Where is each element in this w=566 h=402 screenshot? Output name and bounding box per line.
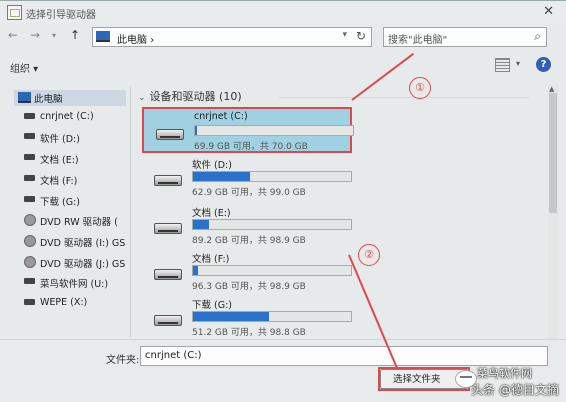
scrollbar-thumb[interactable]	[549, 93, 557, 213]
drive-icon	[24, 113, 35, 119]
back-arrow-icon[interactable]: ←	[8, 28, 18, 42]
disc-icon	[24, 235, 36, 247]
sidebar-item-label: 菜鸟软件网 (U:)	[40, 279, 109, 290]
capacity-fill	[193, 220, 209, 229]
drive-tile-f[interactable]: 文档 (F:) 96.3 GB 可用，共 98.9 GB	[142, 249, 352, 295]
drive-capacity-text: 51.2 GB 可用，共 98.8 GB	[192, 328, 306, 338]
hard-drive-icon	[154, 315, 182, 326]
refresh-icon[interactable]: ↻	[356, 29, 366, 43]
annotation-marker-1: ①	[409, 77, 431, 99]
address-bar[interactable]: 此电脑 › ▾ ↻	[92, 27, 372, 47]
watermark-bottom-text: 头条 @德目文摘	[471, 383, 559, 397]
pc-icon	[96, 31, 110, 42]
disc-icon	[24, 256, 36, 268]
toolbar: 组织 ▾ ▾ ?	[0, 55, 566, 77]
drive-icon	[24, 299, 35, 305]
capacity-fill	[193, 266, 198, 275]
drive-icon	[24, 154, 35, 160]
recent-dropdown-icon[interactable]: ▾	[52, 31, 56, 40]
capacity-fill	[195, 126, 197, 135]
address-dropdown-icon[interactable]: ▾	[342, 30, 347, 40]
capacity-bar	[192, 311, 352, 322]
file-dialog-window: 选择引导驱动器 ✕ ← → ▾ ↑ 此电脑 › ▾ ↻ 搜索"此电脑" ⌕ 组织…	[0, 0, 566, 402]
drive-name: cnrjnet (C:)	[194, 111, 248, 122]
group-divider	[279, 97, 529, 98]
sidebar-item-label: 此电脑	[34, 94, 63, 105]
drive-capacity-text: 62.9 GB 可用，共 99.0 GB	[192, 188, 306, 198]
navigation-bar: ← → ▾ ↑ 此电脑 › ▾ ↻ 搜索"此电脑" ⌕	[0, 25, 566, 49]
drive-icon	[24, 196, 35, 202]
search-icon[interactable]: ⌕	[534, 29, 541, 44]
search-box[interactable]: 搜索"此电脑" ⌕	[383, 27, 547, 47]
organize-menu[interactable]: 组织 ▾	[10, 60, 38, 75]
drive-icon	[24, 175, 35, 181]
close-icon[interactable]: ✕	[543, 4, 554, 19]
folder-label: 文件夹:	[106, 355, 140, 366]
capacity-bar	[192, 265, 352, 276]
capacity-fill	[193, 312, 269, 321]
sidebar-item-label: DVD 驱动器 (I:) GS	[40, 238, 126, 249]
drive-capacity-text: 69.9 GB 可用，共 70.0 GB	[194, 142, 308, 152]
sidebar-item-this-pc[interactable]: 此电脑	[14, 90, 126, 106]
address-path: 此电脑 ›	[117, 35, 155, 46]
sidebar-item-label: 下载 (G:)	[40, 197, 80, 208]
window-icon	[7, 5, 22, 20]
capacity-bar	[194, 125, 354, 136]
forward-arrow-icon[interactable]: →	[30, 28, 40, 42]
chevron-down-icon[interactable]: ⌄	[138, 93, 146, 103]
drive-icon	[24, 133, 35, 139]
drive-name: 文档 (E:)	[192, 208, 231, 219]
drive-icon	[24, 278, 35, 284]
watermark: 菜鸟软件网 头条 @德目文摘	[455, 365, 565, 397]
capacity-bar	[192, 171, 352, 182]
sidebar-item-label: 文档 (E:)	[40, 155, 79, 166]
capacity-fill	[193, 172, 250, 181]
drive-name: 下载 (G:)	[192, 300, 232, 311]
sidebar-item-label: cnrjnet (C:)	[40, 111, 94, 122]
sidebar-item-label: DVD RW 驱动器 (	[40, 217, 118, 228]
drive-name: 文档 (F:)	[192, 254, 230, 265]
capacity-bar	[192, 219, 352, 230]
hard-drive-icon	[154, 223, 182, 234]
drive-tile-g[interactable]: 下载 (G:) 51.2 GB 可用，共 98.8 GB	[142, 295, 352, 339]
hard-drive-icon	[154, 269, 182, 280]
hard-drive-icon	[156, 129, 184, 140]
up-arrow-icon[interactable]: ↑	[70, 28, 80, 42]
annotation-marker-2: ②	[358, 244, 380, 266]
drive-capacity-text: 96.3 GB 可用，共 98.9 GB	[192, 282, 306, 292]
sidebar-item-label: DVD 驱动器 (J:) GS	[40, 259, 126, 270]
view-options-icon[interactable]	[495, 58, 510, 72]
view-dropdown-icon[interactable]: ▾	[516, 59, 520, 68]
hard-drive-icon	[154, 175, 182, 186]
group-header[interactable]: ⌄ 设备和驱动器 (10)	[138, 88, 242, 104]
help-icon[interactable]: ?	[536, 57, 551, 72]
title-bar: 选择引导驱动器 ✕	[0, 1, 566, 23]
sidebar-item-label: 软件 (D:)	[40, 134, 80, 145]
navigation-pane: 此电脑 cnrjnet (C:) 软件 (D:) 文档 (E:) 文档 (F:)…	[14, 87, 131, 337]
drive-tile-c[interactable]: cnrjnet (C:) 69.9 GB 可用，共 70.0 GB	[142, 107, 354, 153]
folder-input[interactable]: cnrjnet (C:)	[140, 346, 548, 366]
drive-capacity-text: 89.2 GB 可用，共 98.9 GB	[192, 236, 306, 246]
drive-list-pane: ⌄ 设备和驱动器 (10) cnrjnet (C:) 69.9 GB 可用，共 7…	[134, 85, 534, 339]
window-title: 选择引导驱动器	[26, 10, 96, 21]
sidebar-item-label: 文档 (F:)	[40, 176, 78, 187]
folder-input-value: cnrjnet (C:)	[145, 350, 202, 361]
disc-icon	[24, 214, 36, 226]
drive-name: 软件 (D:)	[192, 160, 232, 171]
watermark-top-text: 菜鸟软件网	[477, 367, 532, 380]
sidebar-item-label: WEPE (X:)	[40, 297, 88, 308]
drive-tile-d[interactable]: 软件 (D:) 62.9 GB 可用，共 99.0 GB	[142, 155, 352, 201]
scroll-up-icon[interactable]: ▲	[549, 85, 554, 93]
search-placeholder: 搜索"此电脑"	[388, 35, 448, 46]
pc-icon	[18, 92, 31, 103]
drive-tile-e[interactable]: 文档 (E:) 89.2 GB 可用，共 98.9 GB	[142, 203, 352, 249]
